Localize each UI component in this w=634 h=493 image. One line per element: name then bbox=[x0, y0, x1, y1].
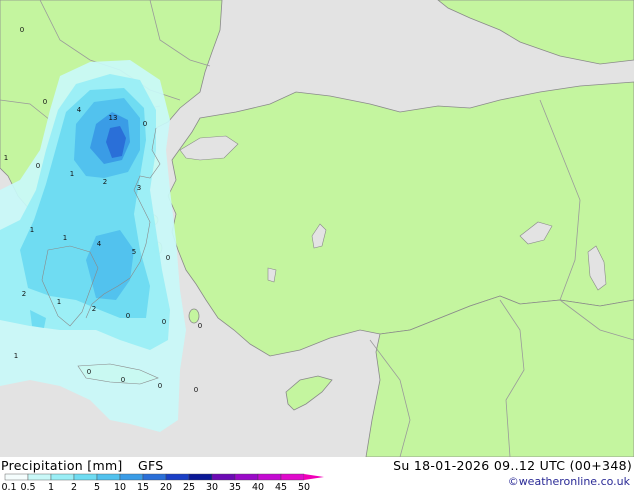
credit-link[interactable]: ©weatheronline.co.uk bbox=[508, 475, 630, 488]
contour-label: 3 bbox=[137, 184, 141, 192]
legend-swatch bbox=[119, 473, 144, 481]
legend-tick-label: 10 bbox=[113, 482, 127, 493]
legend-tick-label: 2 bbox=[70, 482, 78, 493]
contour-label: 0 bbox=[162, 318, 166, 326]
contour-label: 1 bbox=[70, 170, 74, 178]
contour-label: 0 bbox=[20, 26, 24, 34]
contour-label: 2 bbox=[103, 178, 107, 186]
legend-tick-label: 40 bbox=[251, 482, 265, 493]
legend-swatch bbox=[73, 473, 98, 481]
contour-label: 0 bbox=[194, 386, 198, 394]
legend-tick-label: 1 bbox=[47, 482, 55, 493]
legend-tick-label: 5 bbox=[93, 482, 101, 493]
legend-swatch bbox=[257, 473, 282, 481]
contour-label: 1 bbox=[4, 154, 8, 162]
legend-swatch bbox=[50, 473, 75, 481]
legend-swatch bbox=[188, 473, 213, 481]
contour-label: 0 bbox=[143, 120, 147, 128]
legend-swatch bbox=[27, 473, 52, 481]
product-title: Precipitation [mm] bbox=[1, 458, 123, 473]
legend-arrow bbox=[304, 474, 324, 480]
legend-swatch bbox=[142, 473, 167, 481]
contour-label: 1 bbox=[14, 352, 18, 360]
legend-tick-label: 30 bbox=[205, 482, 219, 493]
contour-label: 0 bbox=[126, 312, 130, 320]
contour-label: 4 bbox=[77, 106, 82, 114]
contour-label: 1 bbox=[30, 226, 34, 234]
contour-label: 0 bbox=[121, 376, 125, 384]
legend-tick-label: 35 bbox=[228, 482, 242, 493]
legend-swatch bbox=[4, 473, 29, 481]
legend-tick-label: 25 bbox=[182, 482, 196, 493]
contour-label: 1 bbox=[63, 234, 67, 242]
legend-swatch bbox=[280, 473, 305, 481]
legend-swatch bbox=[96, 473, 121, 481]
contour-label: 13 bbox=[109, 114, 118, 122]
contour-label: 2 bbox=[22, 290, 26, 298]
contour-label: 0 bbox=[36, 162, 40, 170]
contour-label: 0 bbox=[166, 254, 170, 262]
legend-tick-label: 15 bbox=[136, 482, 150, 493]
contour-label: 0 bbox=[43, 98, 47, 106]
legend-swatch bbox=[234, 473, 259, 481]
contour-label: 0 bbox=[87, 368, 91, 376]
contour-label: 2 bbox=[92, 305, 96, 313]
precipitation-map: 0 0 4 13 0 1 0 1 2 3 1 1 4 5 0 2 1 2 0 0… bbox=[0, 0, 634, 457]
legend-tick-label: 0.5 bbox=[20, 482, 36, 493]
contour-label: 0 bbox=[198, 322, 202, 330]
legend-tick-label: 0.1 bbox=[1, 482, 17, 493]
legend-swatches bbox=[4, 473, 324, 481]
legend-swatch bbox=[211, 473, 236, 481]
contour-label: 1 bbox=[57, 298, 61, 306]
legend-tick-label: 20 bbox=[159, 482, 173, 493]
model-name: GFS bbox=[138, 458, 164, 473]
legend-tick-label: 50 bbox=[297, 482, 311, 493]
contour-label: 5 bbox=[132, 248, 136, 256]
legend-tick-label: 45 bbox=[274, 482, 288, 493]
contour-label: 4 bbox=[97, 240, 102, 248]
land-island-rhodes bbox=[188, 308, 200, 324]
contour-label: 0 bbox=[158, 382, 162, 390]
valid-time: Su 18-01-2026 09..12 UTC (00+348) bbox=[393, 458, 632, 473]
legend-swatch bbox=[165, 473, 190, 481]
